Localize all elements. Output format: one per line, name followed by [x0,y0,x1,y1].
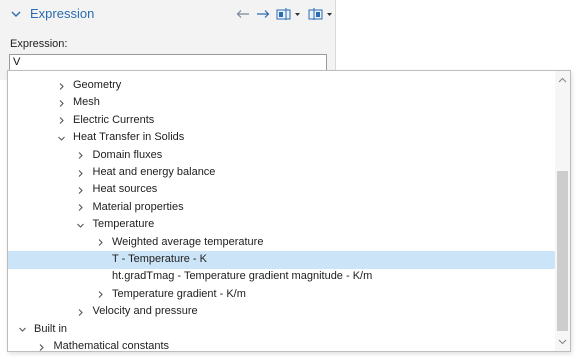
chevron-right-icon[interactable] [75,201,87,215]
chevron-right-icon[interactable] [94,236,106,250]
scrollbar[interactable] [555,71,570,351]
tree-item[interactable]: T - Temperature - K [8,251,556,269]
chevron-down-icon[interactable] [10,7,22,21]
expression-panel: Expression Expression: V [0,0,336,80]
back-arrow-icon[interactable] [236,5,250,23]
chevron-right-icon[interactable] [75,149,87,163]
tree-item[interactable]: Electric Currents [8,112,556,130]
scroll-down-icon[interactable] [555,335,570,349]
chevron-right-icon[interactable] [55,79,67,93]
chevron-down-icon[interactable] [75,218,87,232]
chevron-right-icon[interactable] [36,340,48,351]
tree-item[interactable]: Material properties [8,199,556,217]
chevron-right-icon[interactable] [55,114,67,128]
tree-item-label: Geometry [73,79,122,91]
scroll-up-icon[interactable] [555,73,570,87]
tree-item[interactable]: Velocity and pressure [8,303,556,321]
chevron-right-icon[interactable] [75,166,87,180]
tree-item-label: Mathematical constants [53,340,170,352]
tree-item[interactable]: Heat Transfer in Solids [8,129,556,147]
tree-item-label: Weighted average temperature [112,235,264,248]
chevron-down-icon[interactable] [55,131,67,145]
insert-expression-button[interactable] [308,5,334,23]
tree-item-label: Built in [34,322,68,335]
forward-arrow-icon[interactable] [256,5,270,23]
expression-input[interactable]: V [9,54,327,71]
tree-item-label: Heat sources [92,183,158,196]
tree-item[interactable]: Mesh [8,94,556,112]
tree-item-label: Temperature gradient - K/m [112,287,246,300]
chevron-right-icon[interactable] [75,305,87,319]
tree-item[interactable]: Heat and energy balance [8,164,556,182]
tree-item[interactable]: Built in [8,321,556,339]
tree-item[interactable]: Mathematical constants [8,338,556,352]
chevron-down-icon[interactable] [16,323,28,337]
tree-item-label: Electric Currents [73,113,155,126]
scrollbar-thumb[interactable] [557,171,568,331]
tree-item-label: Heat and energy balance [92,166,216,178]
tree-item[interactable]: Heat sources [8,181,556,199]
tree-item-label: Material properties [92,200,184,213]
tree-item[interactable]: Temperature gradient - K/m [8,286,556,304]
replace-expression-button[interactable] [276,5,302,23]
tree-item[interactable]: Temperature [8,216,556,234]
expression-label: Expression: [10,38,68,50]
tree-item[interactable]: ht.gradTmag - Temperature gradient magni… [8,268,556,286]
chevron-right-icon[interactable] [55,96,67,110]
tree-item-label: Heat Transfer in Solids [73,131,185,144]
tree-item[interactable]: Weighted average temperature [8,234,556,252]
tree-item[interactable]: Geometry [8,77,556,95]
tree-item-label: ht.gradTmag - Temperature gradient magni… [112,270,373,283]
chevron-right-icon[interactable] [75,183,87,197]
tree-item-label: Domain fluxes [92,148,163,161]
expression-tree-popup: Geometry Mesh Electric Currents Heat Transf… [7,70,571,352]
tree-item-label: T - Temperature - K [112,253,207,265]
tree-item-label: Temperature [92,218,155,231]
section-title: Expression [30,6,95,21]
tree-item-label: Velocity and pressure [92,305,198,318]
expression-toolbar [236,5,334,23]
tree-item[interactable]: Domain fluxes [8,147,556,165]
chevron-right-icon[interactable] [94,288,106,302]
tree-item-label: Mesh [73,96,100,109]
